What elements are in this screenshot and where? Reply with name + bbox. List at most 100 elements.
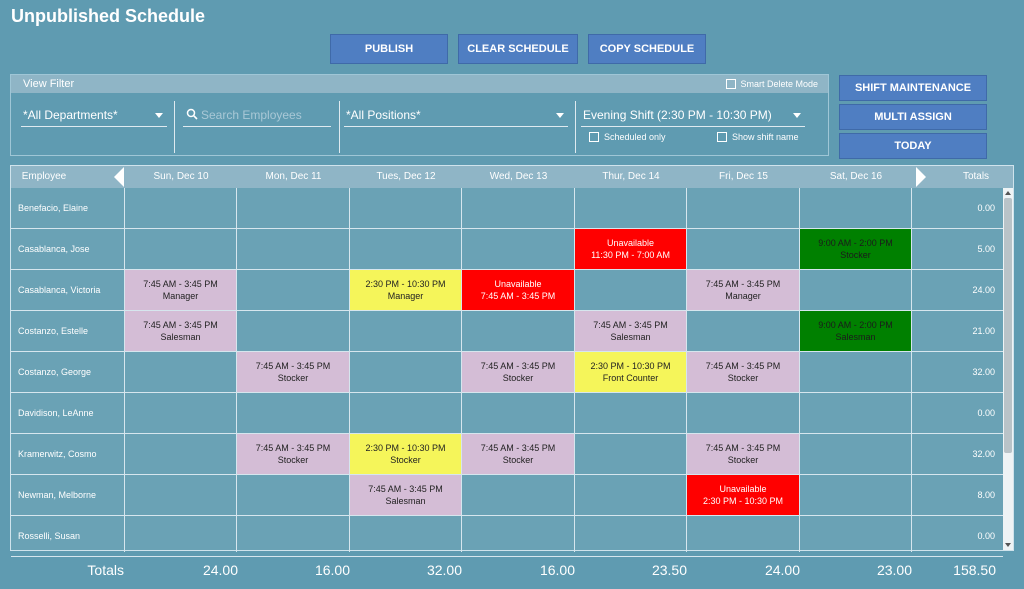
shift-block[interactable]: 7:45 AM - 3:45 PM Salesman [575, 311, 686, 351]
shift-block[interactable]: 7:45 AM - 3:45 PM Stocker [462, 434, 574, 474]
schedule-cell[interactable] [237, 311, 348, 351]
schedule-cell[interactable] [237, 475, 348, 515]
search-employees-input[interactable] [183, 103, 331, 127]
schedule-cell[interactable] [237, 188, 348, 228]
schedule-cell[interactable] [800, 270, 911, 310]
employee-name[interactable]: Benefacio, Elaine [18, 188, 88, 228]
employee-name[interactable]: Costanzo, George [18, 352, 91, 392]
shift-select[interactable]: Evening Shift (2:30 PM - 10:30 PM) [581, 103, 805, 127]
copy-schedule-button[interactable]: COPY SCHEDULE [588, 34, 706, 64]
next-week-arrow-icon[interactable] [916, 167, 926, 187]
schedule-cell[interactable] [575, 270, 686, 310]
schedule-cell[interactable] [462, 516, 573, 556]
shift-block[interactable]: 7:45 AM - 3:45 PM Stocker [687, 352, 799, 392]
schedule-cell[interactable] [462, 229, 573, 269]
schedule-cell[interactable] [800, 475, 911, 515]
clear-schedule-button[interactable]: CLEAR SCHEDULE [458, 34, 578, 64]
schedule-cell[interactable] [800, 393, 911, 433]
chevron-down-icon [556, 113, 564, 118]
shift-block[interactable]: 7:45 AM - 3:45 PM Manager [687, 270, 799, 310]
grid-line [574, 188, 575, 552]
shift-block[interactable]: 7:45 AM - 3:45 PM Stocker [237, 352, 349, 392]
schedule-cell[interactable] [800, 188, 911, 228]
shift-maintenance-button[interactable]: SHIFT MAINTENANCE [839, 75, 987, 101]
schedule-cell[interactable] [237, 516, 348, 556]
shift-block[interactable]: 2:30 PM - 10:30 PM Front Counter [575, 352, 686, 392]
previous-week-arrow-icon[interactable] [114, 167, 124, 187]
schedule-cell[interactable] [687, 311, 798, 351]
position-select-value: *All Positions* [346, 107, 421, 122]
shift-block[interactable]: 9:00 AM - 2:00 PM Salesman [800, 311, 911, 351]
scroll-up-icon[interactable] [1005, 191, 1011, 195]
employee-name[interactable]: Casablanca, Jose [18, 229, 90, 269]
schedule-cell[interactable] [687, 188, 798, 228]
shift-block[interactable]: 9:00 AM - 2:00 PM Stocker [800, 229, 911, 269]
schedule-cell[interactable] [125, 352, 236, 392]
grid-line [799, 188, 800, 552]
department-select[interactable]: *All Departments* [21, 103, 167, 127]
schedule-cell[interactable] [125, 434, 236, 474]
schedule-cell[interactable] [125, 516, 236, 556]
smart-delete-toggle[interactable]: Smart Delete Mode [726, 75, 818, 93]
schedule-cell[interactable] [350, 393, 461, 433]
today-button[interactable]: TODAY [839, 133, 987, 159]
shift-block[interactable]: 2:30 PM - 10:30 PM Stocker [350, 434, 461, 474]
employee-name[interactable]: Rosselli, Susan [18, 516, 80, 556]
schedule-cell[interactable] [800, 352, 911, 392]
employee-name[interactable]: Newman, Melborne [18, 475, 96, 515]
scrollbar-thumb[interactable] [1004, 198, 1012, 453]
schedule-cell[interactable] [350, 311, 461, 351]
schedule-cell[interactable] [575, 475, 686, 515]
schedule-cell[interactable] [125, 393, 236, 433]
schedule-cell[interactable] [350, 229, 461, 269]
scheduled-only-toggle[interactable]: Scheduled only [589, 132, 666, 142]
shift-block[interactable]: 7:45 AM - 3:45 PM Stocker [237, 434, 349, 474]
scroll-down-icon[interactable] [1005, 543, 1011, 547]
schedule-cell[interactable] [237, 270, 348, 310]
show-shift-name-toggle[interactable]: Show shift name [717, 132, 799, 142]
unavailable-block[interactable]: Unavailable 7:45 AM - 3:45 PM [462, 270, 574, 310]
schedule-cell[interactable] [462, 393, 573, 433]
schedule-cell[interactable] [800, 434, 911, 474]
schedule-cell[interactable] [575, 393, 686, 433]
shift-block[interactable]: 7:45 AM - 3:45 PM Salesman [125, 311, 236, 351]
employee-name[interactable]: Costanzo, Estelle [18, 311, 88, 351]
employee-name[interactable]: Casablanca, Victoria [18, 270, 100, 310]
schedule-cell[interactable] [575, 434, 686, 474]
position-select[interactable]: *All Positions* [344, 103, 568, 127]
shift-block[interactable]: 7:45 AM - 3:45 PM Stocker [462, 352, 574, 392]
vertical-scrollbar[interactable] [1003, 188, 1013, 550]
unavailable-block[interactable]: Unavailable 11:30 PM - 7:00 AM [575, 229, 686, 269]
publish-button[interactable]: PUBLISH [330, 34, 448, 64]
schedule-cell[interactable] [237, 229, 348, 269]
schedule-cell[interactable] [687, 229, 798, 269]
unavailable-block[interactable]: Unavailable 2:30 PM - 10:30 PM [687, 475, 799, 515]
scheduled-only-checkbox[interactable] [589, 132, 599, 142]
shift-block[interactable]: 7:45 AM - 3:45 PM Manager [125, 270, 236, 310]
schedule-cell[interactable] [687, 516, 798, 556]
schedule-cell[interactable] [125, 188, 236, 228]
schedule-cell[interactable] [575, 516, 686, 556]
employee-name[interactable]: Davidison, LeAnne [18, 393, 94, 433]
shift-block[interactable]: 7:45 AM - 3:45 PM Salesman [350, 475, 461, 515]
schedule-cell[interactable] [350, 352, 461, 392]
schedule-cell[interactable] [462, 311, 573, 351]
show-shift-name-checkbox[interactable] [717, 132, 727, 142]
schedule-cell[interactable] [350, 516, 461, 556]
schedule-cell[interactable] [575, 188, 686, 228]
schedule-cell[interactable] [687, 393, 798, 433]
multi-assign-button[interactable]: MULTI ASSIGN [839, 104, 987, 130]
schedule-cell[interactable] [350, 188, 461, 228]
schedule-cell[interactable] [237, 393, 348, 433]
schedule-cell[interactable] [462, 475, 573, 515]
employee-column-header[interactable]: Employee [11, 166, 77, 188]
smart-delete-checkbox[interactable] [726, 79, 737, 89]
schedule-cell[interactable] [462, 188, 573, 228]
schedule-cell[interactable] [125, 475, 236, 515]
employee-name[interactable]: Kramerwitz, Cosmo [18, 434, 97, 474]
schedule-cell[interactable] [125, 229, 236, 269]
shift-block[interactable]: 2:30 PM - 10:30 PM Manager [350, 270, 461, 310]
shift-block[interactable]: 7:45 AM - 3:45 PM Stocker [687, 434, 799, 474]
schedule-cell[interactable] [800, 516, 911, 556]
day-header-thu: Thur, Dec 14 [602, 171, 660, 182]
